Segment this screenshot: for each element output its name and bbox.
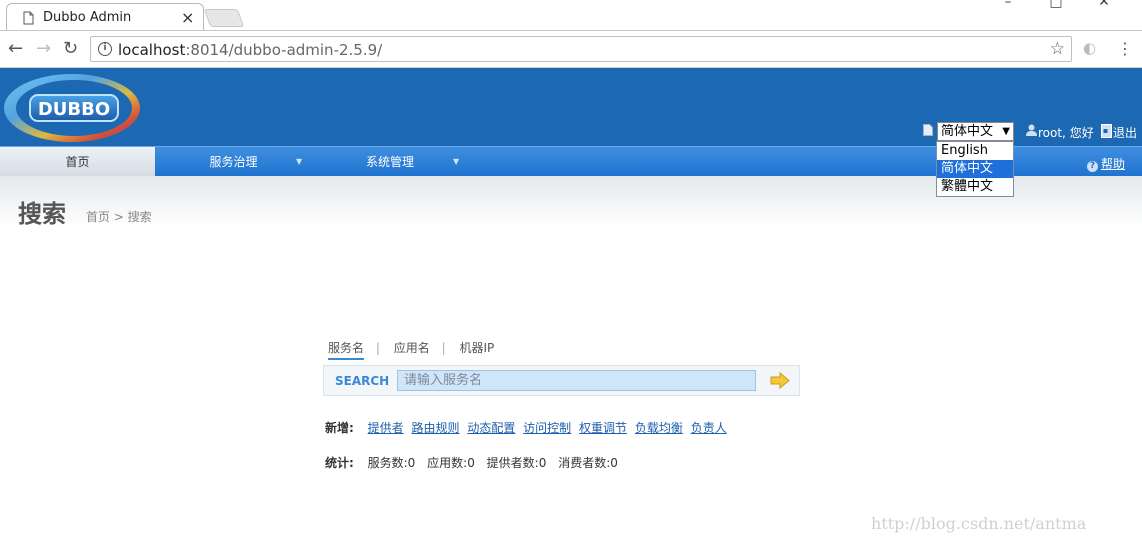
- stat-provider-count: 提供者数:0: [486, 456, 547, 470]
- search-box: SEARCH: [323, 365, 800, 396]
- browser-tabbar: Dubbo Admin × – □ ✕: [0, 0, 1142, 31]
- tab-application-name[interactable]: 应用名: [394, 339, 430, 356]
- logout-link[interactable]: 退出: [1113, 124, 1137, 141]
- browser-toolbar: ← → ↻ i localhost:8014/dubbo-admin-2.5.9…: [0, 30, 1142, 68]
- add-provider-link[interactable]: 提供者: [368, 421, 404, 435]
- tab-close-icon[interactable]: ×: [181, 8, 194, 27]
- add-label: 新增:: [325, 421, 354, 435]
- reload-icon[interactable]: ↻: [63, 39, 78, 59]
- stat-consumer-count: 消费者数:0: [558, 456, 618, 470]
- breadcrumb: 首页 > 搜索: [86, 210, 152, 224]
- tab-machine-ip[interactable]: 机器IP: [459, 339, 494, 356]
- page: DUBBO 简体中文 ▼ root, 您好 退出 English 简体中文 繁體…: [0, 68, 1142, 545]
- language-doc-icon: [923, 124, 933, 136]
- nav-item-label: 服务治理: [209, 155, 258, 169]
- page-icon: [23, 11, 34, 25]
- close-window-icon[interactable]: ✕: [1080, 0, 1128, 10]
- nav-item-system-management[interactable]: 系统管理: [312, 147, 468, 177]
- maximize-icon[interactable]: □: [1032, 0, 1080, 10]
- help-label: 帮助: [1101, 157, 1126, 171]
- tab-title: Dubbo Admin: [43, 10, 132, 25]
- forward-arrow-icon[interactable]: →: [36, 39, 51, 59]
- caret-down-icon: ▼: [453, 157, 460, 166]
- browser-tab[interactable]: Dubbo Admin ×: [6, 3, 204, 31]
- user-icon: [1026, 124, 1037, 136]
- page-title: 搜索: [18, 200, 66, 228]
- window-controls: – □ ✕: [984, 0, 1128, 10]
- add-access-control-link[interactable]: 访问控制: [523, 421, 571, 435]
- stat-service-count: 服务数:0: [367, 456, 416, 470]
- language-option-english[interactable]: English: [937, 142, 1013, 160]
- help-icon: ?: [1087, 161, 1098, 172]
- nav-item-service-governance[interactable]: 服务治理: [155, 147, 312, 177]
- site-header: DUBBO 简体中文 ▼ root, 您好 退出: [0, 68, 1142, 146]
- add-dynamic-config-link[interactable]: 动态配置: [467, 421, 515, 435]
- back-arrow-icon[interactable]: ←: [8, 39, 23, 59]
- stats-row: 统计: 服务数:0 应用数:0 提供者数:0 消费者数:0: [325, 454, 626, 471]
- dropdown-arrow-icon: ▼: [1002, 126, 1010, 137]
- add-weight-adjust-link[interactable]: 权重调节: [579, 421, 627, 435]
- logo-text: DUBBO: [38, 99, 110, 120]
- add-load-balance-link[interactable]: 负载均衡: [635, 421, 683, 435]
- search-label: SEARCH: [335, 374, 390, 388]
- minimize-icon[interactable]: –: [984, 0, 1032, 10]
- language-option-traditional[interactable]: 繁體中文: [937, 178, 1013, 196]
- add-owner-link[interactable]: 负责人: [691, 421, 727, 435]
- tab-service-name[interactable]: 服务名: [328, 339, 365, 360]
- add-row: 新增: 提供者 路由规则 动态配置 访问控制 权重调节 负载均衡 负责人: [325, 419, 731, 436]
- info-icon[interactable]: i: [98, 42, 112, 56]
- url-text[interactable]: localhost:8014/dubbo-admin-2.5.9/: [118, 41, 382, 59]
- help-link[interactable]: ? 帮助: [1087, 155, 1125, 172]
- watermark: http://blog.csdn.net/antma: [871, 514, 1087, 533]
- caret-down-icon: ▼: [296, 157, 303, 166]
- url-host: localhost: [118, 41, 186, 59]
- address-bar[interactable]: i localhost:8014/dubbo-admin-2.5.9/ ☆: [90, 36, 1072, 62]
- nav-item-home[interactable]: 首页: [0, 147, 155, 177]
- browser-menu-icon[interactable]: ⋮: [1117, 39, 1133, 58]
- language-option-simplified[interactable]: 简体中文: [937, 160, 1013, 178]
- logout-icon[interactable]: [1101, 124, 1112, 138]
- extension-icon[interactable]: ◐: [1083, 39, 1096, 57]
- language-dropdown: English 简体中文 繁體中文: [936, 141, 1014, 197]
- language-select[interactable]: 简体中文 ▼: [937, 122, 1014, 141]
- dubbo-logo[interactable]: DUBBO: [2, 70, 144, 144]
- new-tab-button[interactable]: [203, 9, 245, 27]
- search-input[interactable]: [397, 370, 756, 391]
- language-selected: 简体中文: [941, 124, 994, 139]
- user-greeting: root, 您好: [1038, 126, 1094, 140]
- nav-item-label: 系统管理: [365, 155, 414, 169]
- search-type-tabs: 服务名 | 应用名 | 机器IP: [328, 339, 502, 360]
- tab-divider: |: [375, 341, 380, 355]
- add-route-rule-link[interactable]: 路由规则: [411, 421, 459, 435]
- stat-app-count: 应用数:0: [427, 456, 475, 470]
- tab-divider: |: [441, 341, 446, 355]
- search-go-arrow-icon[interactable]: [770, 372, 790, 389]
- stats-label: 统计:: [325, 456, 354, 470]
- url-path: :8014/dubbo-admin-2.5.9/: [185, 41, 383, 59]
- bookmark-star-icon[interactable]: ☆: [1050, 39, 1065, 59]
